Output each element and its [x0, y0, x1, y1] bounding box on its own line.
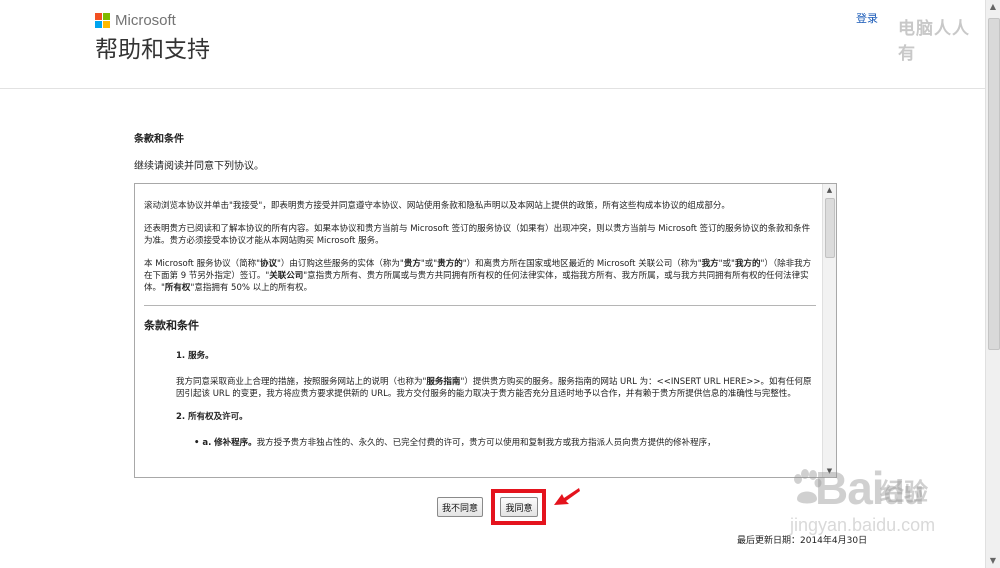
- scroll-up-icon[interactable]: ▲: [823, 184, 836, 196]
- accept-button[interactable]: 我同意: [500, 497, 538, 517]
- scroll-down-icon[interactable]: ▼: [986, 554, 1000, 568]
- baidu-brand-cn: 经验: [880, 478, 928, 506]
- agreement-content: 滚动浏览本协议并单击"我接受"，即表明贵方接受并同意遵守本协议、网站使用条款和隐…: [144, 200, 816, 460]
- intro-text: 继续请阅读并同意下列协议。: [134, 161, 264, 172]
- agreement-scroll-box[interactable]: 滚动浏览本协议并单击"我接受"，即表明贵方接受并同意遵守本协议、网站使用条款和隐…: [134, 183, 837, 478]
- divider: [144, 305, 816, 306]
- page-scrollbar[interactable]: ▲ ▼: [985, 0, 1000, 568]
- site-header: Microsoft 帮助和支持 登录 电脑人人有: [0, 0, 985, 89]
- agreement-scrollbar-thumb[interactable]: [825, 198, 835, 258]
- terms-heading: 条款和条件: [134, 134, 184, 145]
- list-item: • a. 修补程序。我方授予贵方非独占性的、永久的、已完全付费的许可，贵方可以使…: [194, 438, 716, 448]
- signin-link[interactable]: 登录: [856, 10, 878, 26]
- agreement-scrollbar[interactable]: ▲ ▼: [822, 184, 836, 477]
- scroll-up-icon[interactable]: ▲: [986, 0, 1000, 14]
- page-title: 帮助和支持: [95, 37, 210, 63]
- section-heading: 2. 所有权及许可。: [176, 412, 248, 422]
- agreement-paragraph: 滚动浏览本协议并单击"我接受"，即表明贵方接受并同意遵守本协议、网站使用条款和隐…: [144, 201, 730, 211]
- microsoft-logo[interactable]: Microsoft: [95, 12, 176, 29]
- page-scrollbar-thumb[interactable]: [988, 18, 1000, 350]
- red-arrow-icon: [554, 488, 580, 505]
- microsoft-logo-icon: [95, 13, 110, 28]
- last-updated: 最后更新日期：2014年4月30日: [737, 536, 868, 546]
- section-title: 条款和条件: [144, 319, 199, 332]
- agreement-paragraph: 本 Microsoft 服务协议（简称"协议"）由订购这些服务的实体（称为"贵方…: [144, 259, 812, 293]
- agreement-paragraph: 还表明贵方已阅读和了解本协议的所有内容。如果本协议和贵方当前与 Microsof…: [144, 224, 811, 246]
- brand-name: Microsoft: [115, 12, 176, 29]
- agreement-paragraph: 我方同意采取商业上合理的措施，按照服务网站上的说明（也称为"服务指南"）提供贵方…: [176, 377, 812, 399]
- section-heading: 1. 服务。: [176, 351, 214, 361]
- site-watermark: 电脑人人有: [898, 19, 970, 64]
- scroll-down-icon[interactable]: ▼: [823, 465, 836, 477]
- decline-button[interactable]: 我不同意: [437, 497, 483, 517]
